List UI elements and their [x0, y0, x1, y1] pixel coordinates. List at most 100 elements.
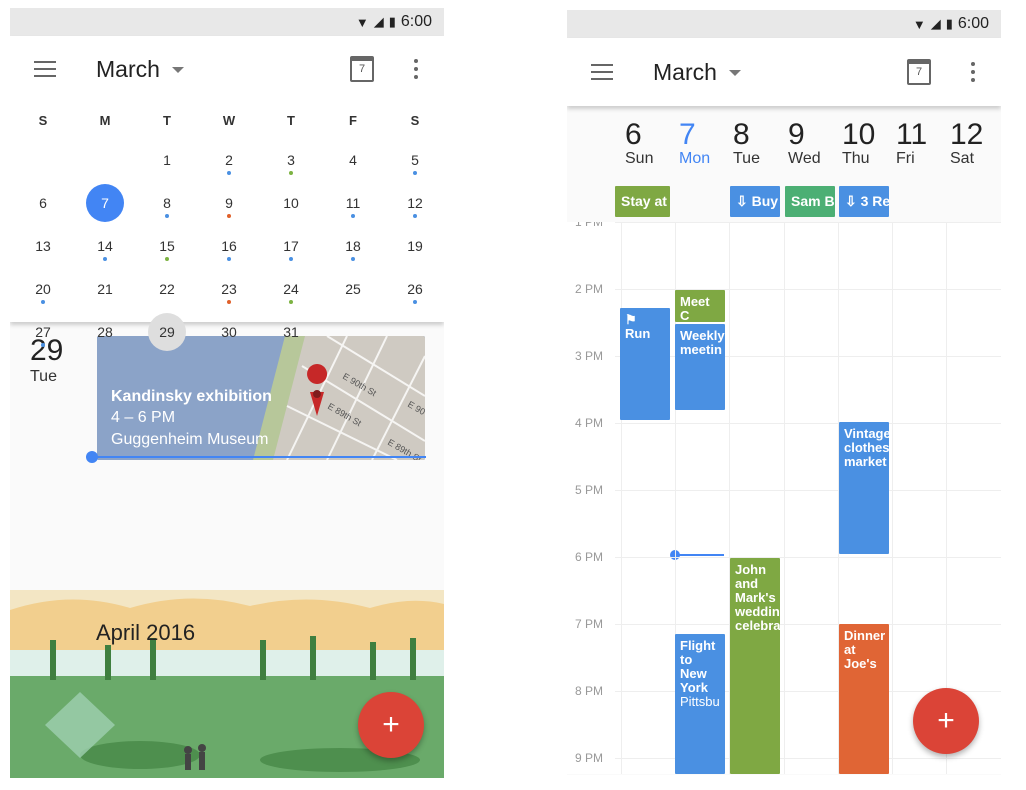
more-options-icon[interactable]: [971, 62, 975, 82]
week-view-screen: ▼ ◢ ▮ 6:00 March 7 6 Sun 7 Mon 8 Tue 9 Wed 10 Thu…: [567, 10, 1001, 775]
day-cell[interactable]: 5: [384, 138, 444, 181]
day-cell[interactable]: 31: [260, 310, 322, 353]
day-cell[interactable]: 10: [260, 181, 322, 224]
hour-label: 6 PM: [575, 550, 604, 564]
day-cell[interactable]: 25: [322, 267, 384, 310]
month-selector[interactable]: March: [96, 56, 184, 83]
day-cell[interactable]: 1: [136, 138, 198, 181]
day-cell[interactable]: 9: [198, 181, 260, 224]
event-dot: [289, 257, 293, 261]
day-cell[interactable]: 15: [136, 224, 198, 267]
month-grid: 1 2 3 4 5 6 7 8 9 10 11 12 13 14 15 16 17 18 19 20 21 22 23 24 2…: [10, 138, 444, 353]
event-location: Guggenheim Museum: [111, 431, 269, 448]
week-day-number: 6: [625, 118, 642, 151]
today-calendar-icon[interactable]: 7: [350, 56, 374, 82]
day-cell[interactable]: 18: [322, 224, 384, 267]
day-cell[interactable]: 14: [74, 224, 136, 267]
day-cell[interactable]: 4: [322, 138, 384, 181]
week-day-name: Sat: [950, 150, 975, 167]
day-number: [24, 141, 62, 179]
menu-icon[interactable]: [591, 64, 613, 80]
day-cell[interactable]: 28: [74, 310, 136, 353]
timed-event[interactable]: Flight to New York Pittsbu: [675, 634, 725, 774]
event-card[interactable]: E 90th St E 89th St E 89th St E 90 Kandi…: [97, 336, 425, 460]
all-day-event[interactable]: Sam Bi: [785, 186, 835, 217]
day-cell[interactable]: 21: [74, 267, 136, 310]
week-day-name: Sun: [625, 150, 654, 167]
event-dot: [413, 171, 417, 175]
menu-icon[interactable]: [34, 61, 56, 77]
weekday-label: T: [163, 112, 171, 128]
day-cell[interactable]: 12: [384, 181, 444, 224]
day-cell[interactable]: 3: [260, 138, 322, 181]
all-day-event[interactable]: ⇩ Buy f: [730, 186, 780, 217]
event-title: ⚑ Run: [625, 312, 651, 341]
week-header: 6 Sun 7 Mon 8 Tue 9 Wed 10 Thu 11 Fri 12 Sat Stay at ⇩ …: [567, 106, 1001, 222]
week-day-name: Thu: [842, 150, 870, 167]
day-cell[interactable]: 16: [198, 224, 260, 267]
timed-event[interactable]: ⚑ Run: [620, 308, 670, 420]
status-time: 6:00: [957, 15, 989, 32]
all-day-event[interactable]: Stay at: [615, 186, 670, 217]
week-day-name: Fri: [896, 150, 915, 167]
day-number: 10: [283, 194, 299, 211]
week-day-number: 8: [733, 118, 750, 151]
timed-event[interactable]: Weekly meetin: [675, 324, 725, 410]
day-cell[interactable]: 19: [384, 224, 444, 267]
hour-gridline: [615, 758, 1001, 759]
empty-cell: [12, 138, 74, 181]
current-time-indicator: [670, 550, 724, 560]
day-cell[interactable]: 17: [260, 224, 322, 267]
day-column-divider: [892, 222, 893, 774]
dropdown-caret-icon: [171, 67, 184, 73]
day-cell[interactable]: 22: [136, 267, 198, 310]
event-time: 4 – 6 PM: [111, 409, 176, 426]
event-title: Meet C: [680, 294, 710, 323]
day-cell[interactable]: 24: [260, 267, 322, 310]
day-cell[interactable]: 8: [136, 181, 198, 224]
hour-label: 7 PM: [575, 617, 604, 631]
add-event-button[interactable]: +: [913, 688, 979, 754]
day-cell[interactable]: 27: [12, 310, 74, 353]
day-cell[interactable]: 26: [384, 267, 444, 310]
event-dot: [41, 300, 45, 304]
day-number: [396, 313, 434, 351]
more-options-icon[interactable]: [414, 59, 418, 79]
day-cell[interactable]: 23: [198, 267, 260, 310]
timed-event[interactable]: Dinner at Joe's: [839, 624, 889, 774]
day-cell[interactable]: 29: [136, 310, 198, 353]
week-day-name: Wed: [788, 150, 821, 167]
day-cell[interactable]: 2: [198, 138, 260, 181]
hour-gridline: [615, 557, 1001, 558]
battery-icon: ▮: [388, 14, 396, 29]
hour-label: 5 PM: [575, 483, 604, 497]
day-cell[interactable]: 11: [322, 181, 384, 224]
all-day-event[interactable]: ⇩ 3 Rer: [839, 186, 889, 217]
day-cell[interactable]: 13: [12, 224, 74, 267]
day-cell[interactable]: 30: [198, 310, 260, 353]
week-day-header[interactable]: 10 Thu: [842, 120, 897, 168]
week-day-header[interactable]: 6 Sun: [625, 120, 680, 168]
timed-event[interactable]: Meet C: [675, 290, 725, 322]
day-number: 31: [283, 323, 299, 340]
timed-event[interactable]: Vintage clothes market: [839, 422, 889, 554]
day-cell[interactable]: 7: [74, 181, 136, 224]
hour-label: 9 PM: [575, 751, 604, 765]
app-bar: March 7: [10, 36, 444, 102]
week-day-header[interactable]: 7 Mon: [679, 120, 734, 168]
status-bar: ▼ ◢ ▮ 6:00: [10, 8, 444, 36]
week-day-header[interactable]: 11 Fri: [896, 120, 951, 168]
week-day-header[interactable]: 9 Wed: [788, 120, 843, 168]
add-event-button[interactable]: +: [358, 692, 424, 758]
day-cell[interactable]: 20: [12, 267, 74, 310]
today-calendar-icon[interactable]: 7: [907, 59, 931, 85]
week-day-header[interactable]: 12 Sat: [950, 120, 1001, 168]
event-dot: [289, 171, 293, 175]
day-number: 1: [163, 151, 171, 168]
timed-event[interactable]: John and Mark's weddin celebra: [730, 558, 780, 774]
day-cell[interactable]: 6: [12, 181, 74, 224]
empty-cell: [384, 310, 444, 353]
weekday-label: S: [410, 112, 420, 128]
month-selector[interactable]: March: [653, 59, 741, 86]
week-day-header[interactable]: 8 Tue: [733, 120, 788, 168]
